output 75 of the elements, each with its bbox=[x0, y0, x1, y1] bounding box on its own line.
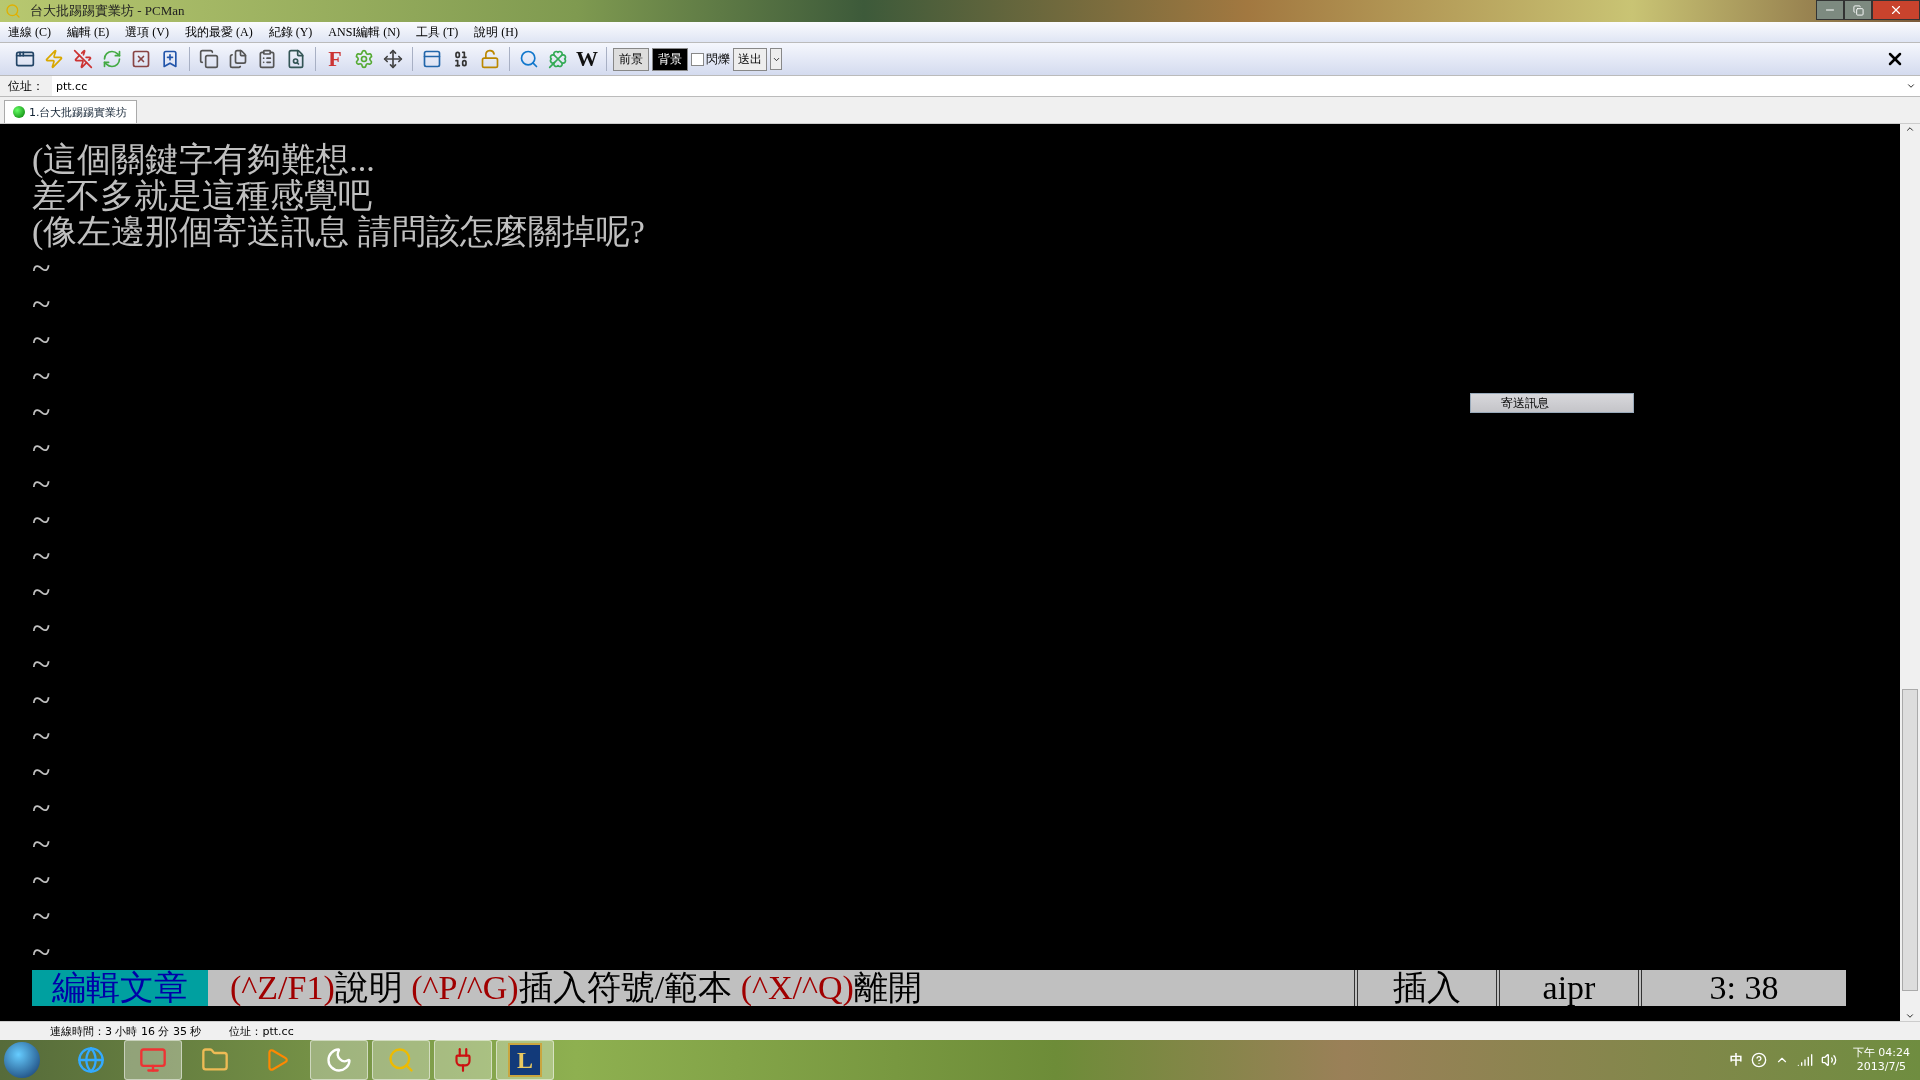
scroll-up-icon[interactable] bbox=[1905, 124, 1915, 134]
terminal-line: 差不多就是這種感覺吧 bbox=[32, 178, 372, 214]
terminal-line: ~ bbox=[32, 574, 51, 610]
terminal-line: ~ bbox=[32, 898, 51, 934]
status-text: 連線時間：3 小時 16 分 35 秒 bbox=[50, 1023, 202, 1039]
terminal-line: ~ bbox=[32, 322, 51, 358]
color-toggle-button[interactable]: 前景 bbox=[613, 47, 649, 71]
start-button[interactable] bbox=[4, 1042, 40, 1078]
blink-checkbox[interactable] bbox=[691, 52, 704, 66]
shortcut-label: 說明 bbox=[334, 970, 404, 1006]
color-toggle-button[interactable]: 背景 bbox=[652, 47, 688, 71]
restore-icon bbox=[1852, 4, 1864, 16]
close-icon bbox=[1889, 3, 1903, 17]
terminal-line: ~ bbox=[32, 934, 51, 970]
scroll-thumb[interactable] bbox=[1902, 689, 1918, 991]
popup-menu-item[interactable]: 寄送訊息 bbox=[1470, 393, 1634, 413]
terminal-line: (這個關鍵字有夠難想... bbox=[32, 142, 375, 178]
ansi-color-button[interactable]: F bbox=[322, 46, 348, 72]
terminal-line: ~ bbox=[32, 286, 51, 322]
status-field: 3: 38 bbox=[1638, 970, 1846, 1006]
terminal-line: ~ bbox=[32, 394, 51, 430]
shortcut-label: 插入符號/範本 bbox=[518, 970, 734, 1006]
menu-item[interactable]: 工具 (T) bbox=[408, 23, 467, 41]
menu-item[interactable]: 我的最愛 (A) bbox=[177, 23, 261, 41]
shortcut-key: (^X/^Q) bbox=[740, 970, 854, 1006]
ime-indicator[interactable]: 中 bbox=[1729, 1051, 1743, 1069]
terminal-line: ~ bbox=[32, 718, 51, 754]
signal-icon[interactable] bbox=[1796, 1052, 1813, 1068]
send-button[interactable]: 送出 bbox=[733, 47, 767, 71]
moon-icon[interactable] bbox=[310, 1040, 368, 1080]
terminal-line: ~ bbox=[32, 790, 51, 826]
terminal-line: ~ bbox=[32, 538, 51, 574]
dropdown-icon[interactable] bbox=[1906, 81, 1916, 91]
menu-item[interactable]: ANSI編輯 (N) bbox=[320, 23, 408, 41]
terminal-line: ~ bbox=[32, 250, 51, 286]
terminal-line: ~ bbox=[32, 646, 51, 682]
wiki-button[interactable]: W bbox=[574, 46, 600, 72]
restore-button[interactable] bbox=[1844, 0, 1872, 20]
terminal-line: ~ bbox=[32, 610, 51, 646]
shortcut-key: (^P/^G) bbox=[411, 970, 519, 1006]
close-button[interactable] bbox=[1872, 0, 1920, 20]
terminal-line: ~ bbox=[32, 754, 51, 790]
terminal-line: ~ bbox=[32, 682, 51, 718]
blink-label: 閃爍 bbox=[706, 50, 730, 68]
menu-item[interactable]: 選項 (V) bbox=[117, 23, 177, 41]
shortcut-label: 離開 bbox=[853, 970, 922, 1006]
clock[interactable]: 下午 04:24 2013/7/5 bbox=[1852, 1046, 1910, 1074]
menu-item[interactable]: 編輯 (E) bbox=[59, 23, 118, 41]
menu-item[interactable]: 連線 (C) bbox=[0, 23, 59, 41]
minimize-button[interactable] bbox=[1816, 0, 1844, 20]
game-button[interactable]: L bbox=[496, 1040, 554, 1080]
menu-item[interactable]: 紀錄 (Y) bbox=[260, 23, 321, 41]
status-text: 位址：ptt.cc bbox=[229, 1023, 294, 1039]
address-label: 位址： bbox=[0, 76, 52, 96]
status-field: 插入 bbox=[1354, 970, 1496, 1006]
terminal-line: ~ bbox=[32, 430, 51, 466]
terminal-line: ~ bbox=[32, 358, 51, 394]
scrollbar[interactable] bbox=[1900, 124, 1920, 1021]
address-field[interactable]: ptt.cc bbox=[52, 79, 1920, 93]
terminal-line: ~ bbox=[32, 466, 51, 502]
menu-item[interactable]: 說明 (H) bbox=[466, 23, 526, 41]
terminal-line: (像左邊那個寄送訊息 請問該怎麼關掉呢? bbox=[32, 214, 645, 250]
window-title: 台大批踢踢實業坊 - PCMan bbox=[30, 2, 185, 20]
scroll-down-icon[interactable] bbox=[1905, 1011, 1915, 1021]
terminal-line: ~ bbox=[32, 502, 51, 538]
help-icon[interactable] bbox=[1750, 1052, 1767, 1068]
terminal-line: ~ bbox=[32, 862, 51, 898]
status-dot-icon bbox=[13, 106, 25, 118]
mode-indicator: 編輯文章 bbox=[32, 970, 208, 1006]
shortcut-key: (^Z/F1) bbox=[230, 970, 335, 1006]
dropdown-button[interactable] bbox=[770, 48, 782, 70]
status-field: aipr bbox=[1496, 970, 1638, 1006]
terminal-line: ~ bbox=[32, 826, 51, 862]
connection-tab[interactable]: 1.台大批踢踢實業坊 bbox=[4, 100, 137, 123]
volume-icon[interactable] bbox=[1820, 1052, 1837, 1068]
